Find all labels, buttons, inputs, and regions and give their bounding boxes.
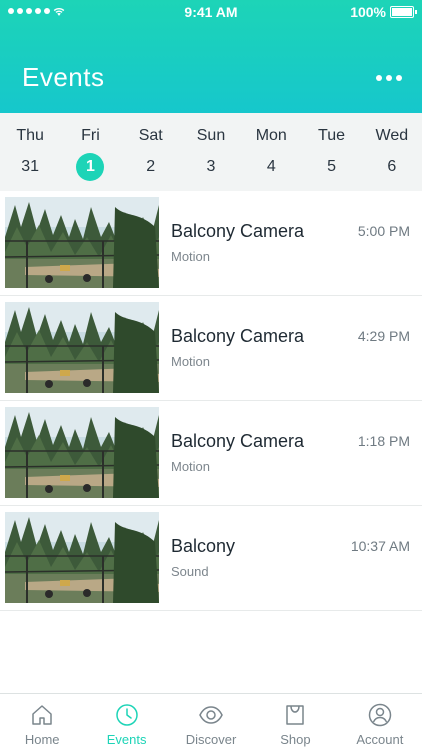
more-options-button[interactable] <box>376 70 402 86</box>
event-time: 4:29 PM <box>357 328 410 344</box>
event-type: Motion <box>171 459 211 474</box>
event-title: Balcony <box>171 536 236 556</box>
status-bar: 9:41 AM 100% <box>0 0 422 24</box>
home-icon <box>32 705 52 725</box>
tab-bar: Home Events Discover Shop Account <box>0 693 422 750</box>
day-thu[interactable]: Thu 31 <box>0 113 60 191</box>
event-title: Balcony Camera <box>171 326 305 346</box>
event-thumbnail[interactable] <box>5 512 159 603</box>
event-time: 5:00 PM <box>357 223 410 239</box>
day-name: Tue <box>318 127 346 144</box>
event-title: Balcony Camera <box>171 431 305 451</box>
more-dot-icon <box>376 75 382 81</box>
day-number: 4 <box>266 158 276 175</box>
event-thumbnail[interactable] <box>5 302 159 393</box>
tab-events[interactable]: Events <box>84 694 168 750</box>
tab-label: Shop <box>280 732 311 747</box>
tab-discover[interactable]: Discover <box>169 694 253 750</box>
event-type: Sound <box>171 564 209 579</box>
day-name: Thu <box>16 127 44 144</box>
event-row[interactable]: Balcony Camera Motion 5:00 PM <box>0 191 422 296</box>
header: 9:41 AM 100% Events <box>0 0 422 113</box>
more-dot-icon <box>386 75 392 81</box>
day-number: 6 <box>387 158 397 175</box>
day-number: 5 <box>327 158 336 175</box>
day-name: Mon <box>255 127 287 144</box>
day-name: Sun <box>196 127 226 144</box>
event-type: Motion <box>171 354 211 369</box>
tab-label: Events <box>106 732 147 747</box>
day-name: Sat <box>138 127 163 144</box>
day-number-selected: 1 <box>76 153 105 181</box>
tab-label: Discover <box>185 732 237 747</box>
battery-percent: 100% <box>350 4 386 20</box>
event-row[interactable]: Balcony Sound 10:37 AM <box>0 506 422 611</box>
tab-home[interactable]: Home <box>0 694 84 750</box>
clock-icon <box>115 704 138 726</box>
day-number: 3 <box>206 158 216 175</box>
tab-shop[interactable]: Shop <box>253 694 337 750</box>
day-sat[interactable]: Sat 2 <box>121 113 181 191</box>
tab-label: Home <box>24 732 60 747</box>
event-thumbnail[interactable] <box>5 197 159 288</box>
event-thumbnail[interactable] <box>5 407 159 498</box>
battery-icon <box>390 6 417 18</box>
event-time: 10:37 AM <box>350 538 410 554</box>
eye-icon <box>199 706 223 724</box>
event-time: 1:18 PM <box>357 433 410 449</box>
page-title: Events <box>22 62 105 92</box>
event-row[interactable]: Balcony Camera Motion 1:18 PM <box>0 401 422 506</box>
day-name: Wed <box>375 127 409 144</box>
day-tue[interactable]: Tue 5 <box>301 113 361 191</box>
day-fri[interactable]: Fri 1 <box>60 113 120 191</box>
day-name: Fri <box>81 127 100 144</box>
more-dot-icon <box>396 75 402 81</box>
day-selector: Thu 31 Fri 1 Sat 2 Sun 3 Mon 4 Tue 5 Wed… <box>0 113 422 191</box>
user-icon <box>368 703 392 727</box>
tab-account[interactable]: Account <box>338 694 422 750</box>
day-number: 31 <box>21 158 40 175</box>
day-mon[interactable]: Mon 4 <box>241 113 301 191</box>
day-wed[interactable]: Wed 6 <box>362 113 422 191</box>
event-type: Motion <box>171 249 211 264</box>
bag-icon <box>286 705 305 725</box>
day-number: 2 <box>146 158 156 175</box>
tab-label: Account <box>356 732 404 747</box>
event-title: Balcony Camera <box>171 221 305 241</box>
event-list: Balcony Camera Motion 5:00 PM Balcony Ca… <box>0 191 422 611</box>
event-row[interactable]: Balcony Camera Motion 4:29 PM <box>0 296 422 401</box>
day-sun[interactable]: Sun 3 <box>181 113 241 191</box>
